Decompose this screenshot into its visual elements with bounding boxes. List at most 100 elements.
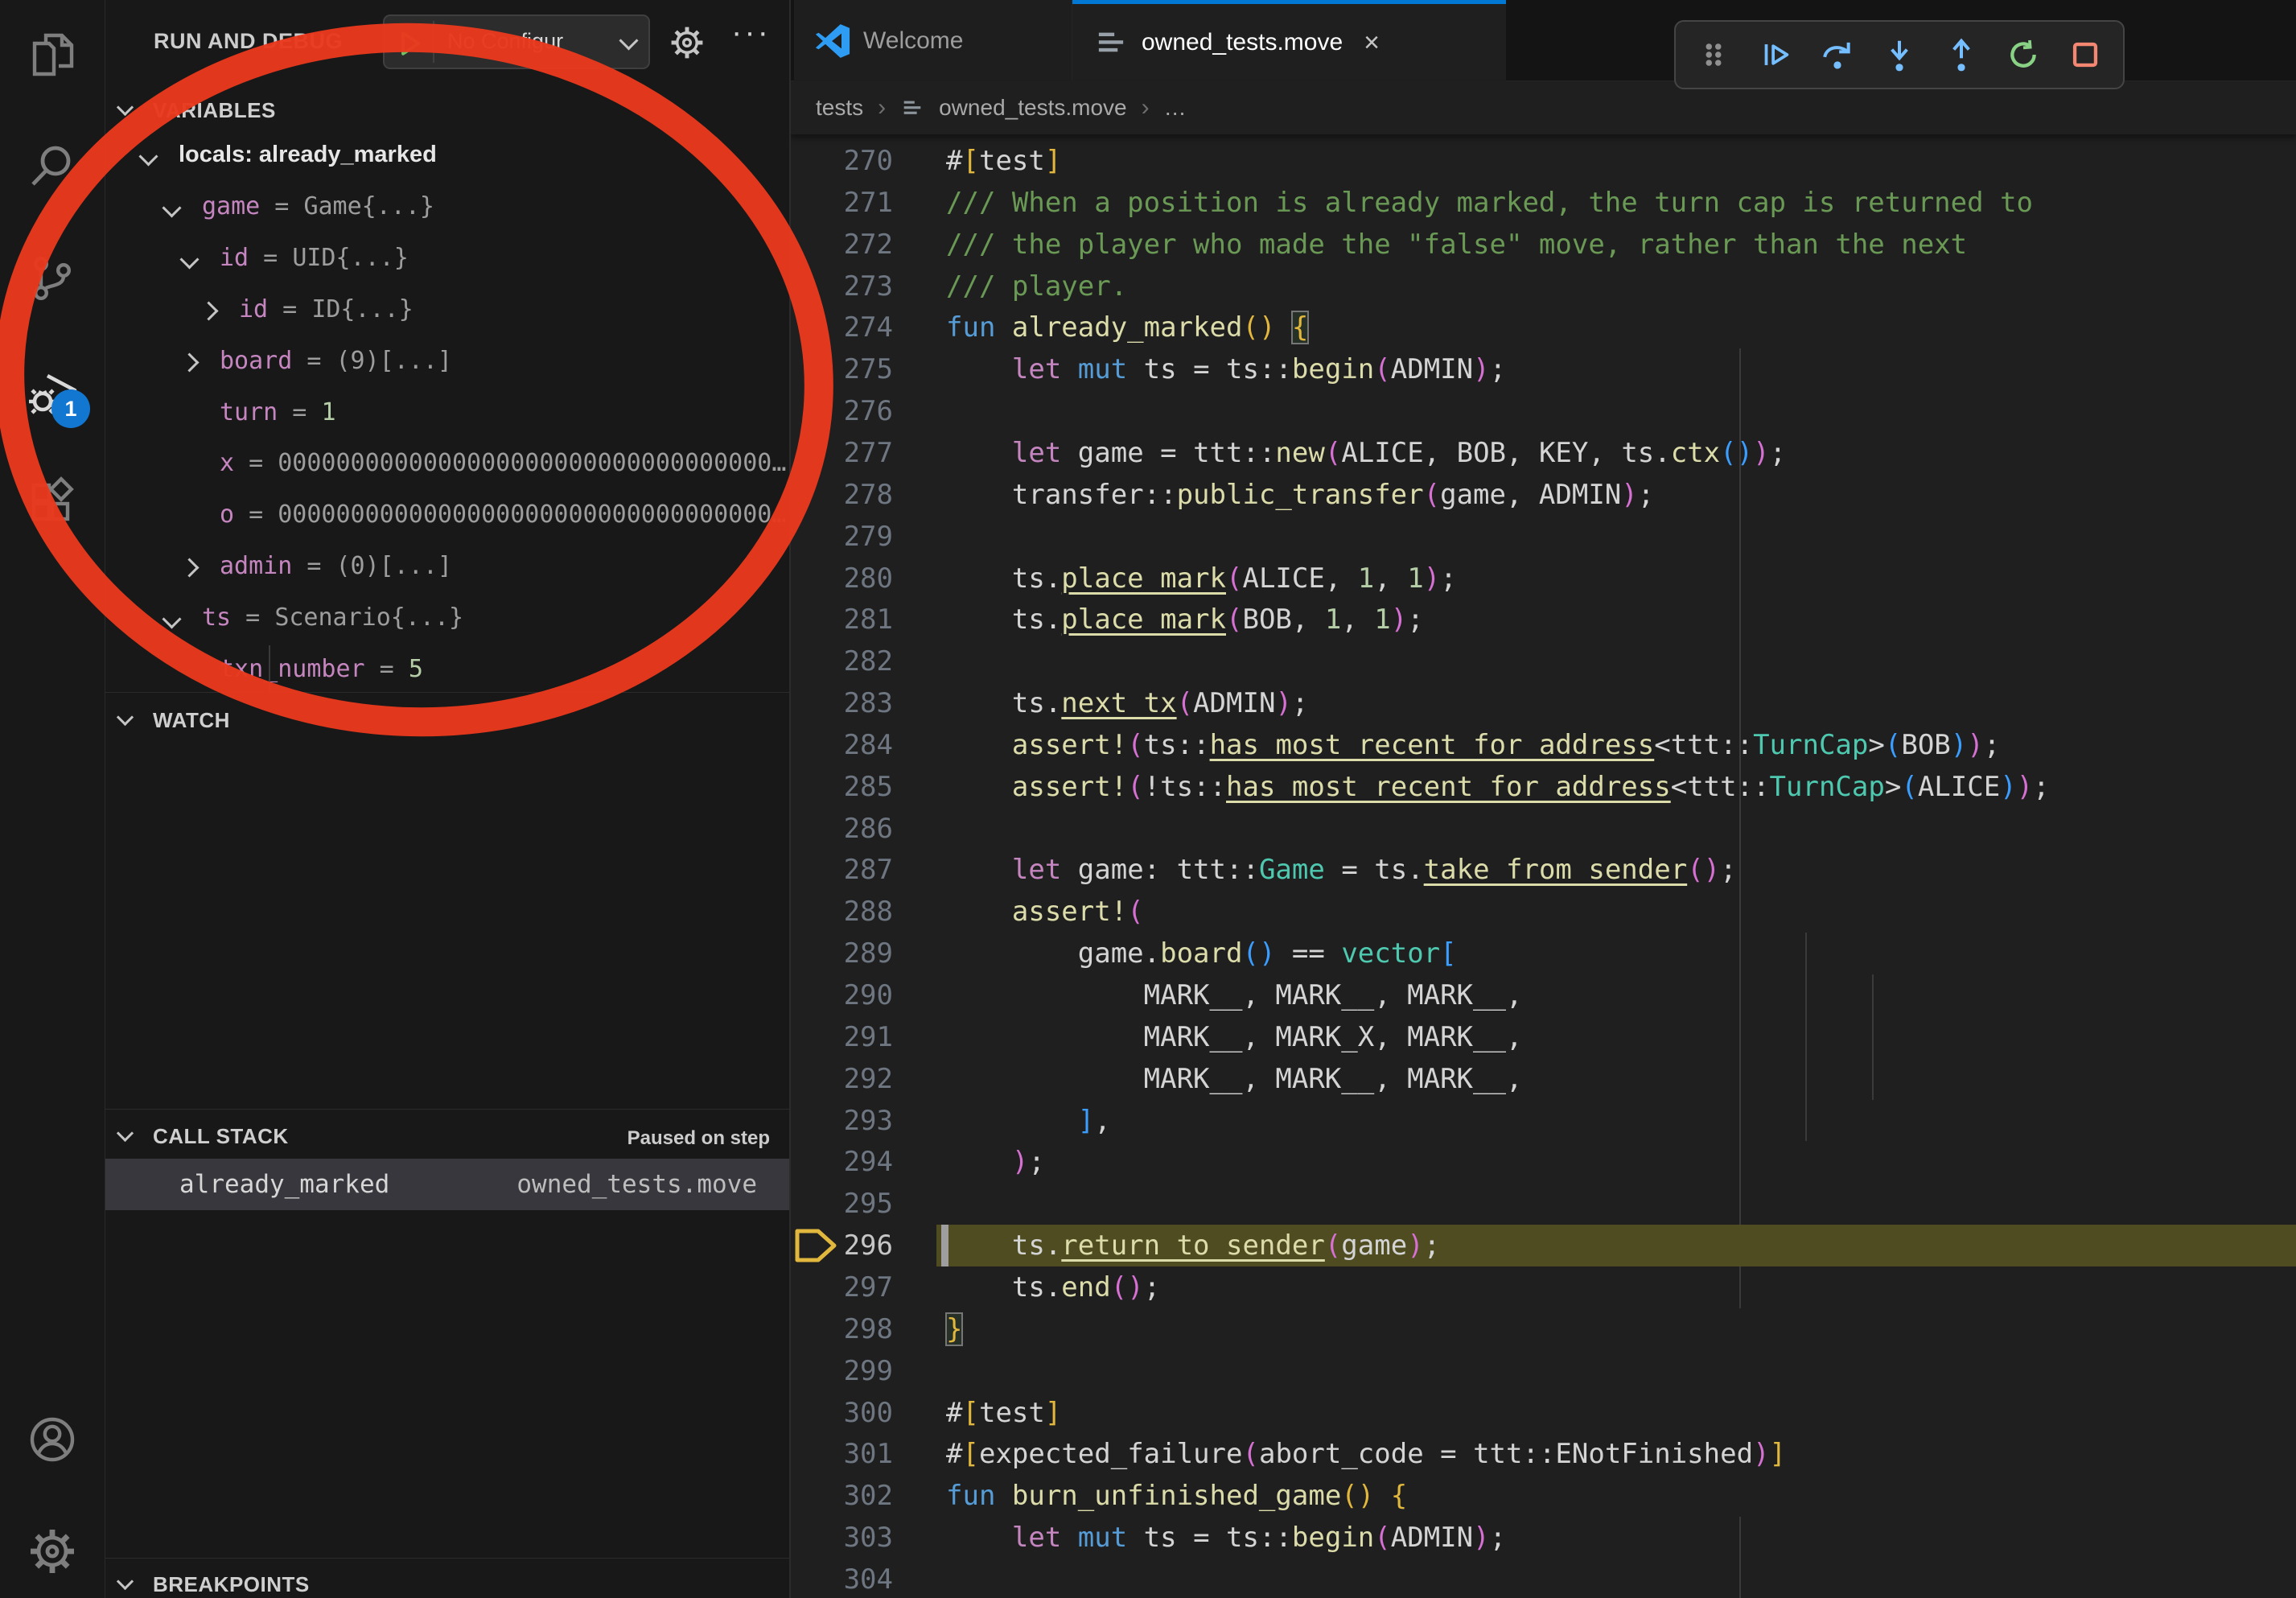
tab-welcome[interactable]: Welcome <box>794 0 1072 81</box>
code-line[interactable]: 282 <box>791 640 2296 682</box>
section-call-stack[interactable]: CALL STACK Paused on step <box>105 1121 789 1156</box>
line-number[interactable]: 280 <box>791 558 893 599</box>
line-number[interactable]: 282 <box>791 640 893 682</box>
code-line[interactable]: 276 <box>791 390 2296 432</box>
variable-row[interactable]: board = (9)[...] <box>105 336 789 388</box>
line-number[interactable]: 304 <box>791 1559 893 1598</box>
line-number[interactable]: 289 <box>791 933 893 974</box>
line-number[interactable]: 296 <box>791 1225 893 1266</box>
variable-row[interactable]: x = 0000000000000000000000000000000000… <box>105 439 789 490</box>
breadcrumb-item[interactable]: tests <box>816 95 863 121</box>
search-icon[interactable] <box>27 141 78 192</box>
section-variables[interactable]: VARIABLES <box>105 95 789 130</box>
debug-config-dropdown[interactable]: No Configur <box>383 14 650 69</box>
line-number[interactable]: 292 <box>791 1058 893 1100</box>
settings-gear-icon[interactable] <box>27 1526 78 1577</box>
variable-row[interactable]: game = Game{...} <box>105 182 789 233</box>
step-into-button[interactable] <box>1881 36 1918 73</box>
code-line[interactable]: 280 ts.place_mark(ALICE, 1, 1); <box>791 558 2296 599</box>
line-number[interactable]: 281 <box>791 599 893 640</box>
line-number[interactable]: 279 <box>791 516 893 558</box>
variable-row[interactable]: ts = Scenario{...} <box>105 593 789 645</box>
breadcrumb-item[interactable]: owned_tests.move <box>939 95 1126 121</box>
continue-button[interactable] <box>1757 36 1794 73</box>
code-line[interactable]: 291 MARK__, MARK_X, MARK__, <box>791 1016 2296 1058</box>
line-number[interactable]: 277 <box>791 432 893 474</box>
code-line[interactable]: 274fun already_marked() { <box>791 307 2296 348</box>
code-line[interactable]: 294 ); <box>791 1141 2296 1183</box>
line-number[interactable]: 300 <box>791 1392 893 1434</box>
tab-owned-tests[interactable]: owned_tests.move × <box>1072 0 1506 81</box>
variable-row[interactable]: id = UID{...} <box>105 233 789 285</box>
variables-scope-row[interactable]: locals: already_marked <box>105 130 789 182</box>
code-line[interactable]: 298} <box>791 1308 2296 1350</box>
code-line[interactable]: 288 assert!( <box>791 891 2296 933</box>
code-line[interactable]: 286 <box>791 808 2296 850</box>
line-number[interactable]: 285 <box>791 766 893 808</box>
section-watch[interactable]: WATCH <box>105 705 789 740</box>
code-line[interactable]: 303 let mut ts = ts::begin(ADMIN); <box>791 1517 2296 1559</box>
line-number[interactable]: 272 <box>791 224 893 266</box>
line-number[interactable]: 295 <box>791 1183 893 1225</box>
code-line[interactable]: 297 ts.end(); <box>791 1266 2296 1308</box>
line-number[interactable]: 271 <box>791 182 893 224</box>
line-number[interactable]: 283 <box>791 682 893 724</box>
code-line[interactable]: 296 ts.return_to_sender(game); <box>791 1225 2296 1266</box>
code-line[interactable]: 270#[test] <box>791 140 2296 182</box>
explorer-icon[interactable] <box>27 29 78 80</box>
line-number[interactable]: 284 <box>791 724 893 766</box>
code-line[interactable]: 302fun burn_unfinished_game() { <box>791 1475 2296 1517</box>
more-actions-icon[interactable]: ··· <box>731 14 771 51</box>
source-control-icon[interactable] <box>27 253 78 304</box>
line-number[interactable]: 301 <box>791 1433 893 1475</box>
line-number[interactable]: 293 <box>791 1100 893 1142</box>
code-line[interactable]: 283 ts.next_tx(ADMIN); <box>791 682 2296 724</box>
code-line[interactable]: 299 <box>791 1350 2296 1392</box>
section-breakpoints[interactable]: BREAKPOINTS <box>105 1569 789 1598</box>
line-number[interactable]: 286 <box>791 808 893 850</box>
line-number[interactable]: 288 <box>791 891 893 933</box>
variable-row[interactable]: turn = 1 <box>105 388 789 439</box>
line-number[interactable]: 298 <box>791 1308 893 1350</box>
code-line[interactable]: 272/// the player who made the "false" m… <box>791 224 2296 266</box>
stop-button[interactable] <box>2067 36 2104 73</box>
line-number[interactable]: 270 <box>791 140 893 182</box>
code-line[interactable]: 290 MARK__, MARK__, MARK__, <box>791 974 2296 1016</box>
code-line[interactable]: 287 let game: ttt::Game = ts.take_from_s… <box>791 849 2296 891</box>
line-number[interactable]: 290 <box>791 974 893 1016</box>
configure-gear-icon[interactable] <box>669 24 706 61</box>
step-out-button[interactable] <box>1943 36 1980 73</box>
line-number[interactable]: 276 <box>791 390 893 432</box>
variable-row[interactable]: txn_number = 5 <box>105 645 789 696</box>
step-over-button[interactable] <box>1819 36 1856 73</box>
line-number[interactable]: 294 <box>791 1141 893 1183</box>
code-line[interactable]: 271/// When a position is already marked… <box>791 182 2296 224</box>
line-number[interactable]: 275 <box>791 348 893 390</box>
line-number[interactable]: 291 <box>791 1016 893 1058</box>
code-editor[interactable]: 270#[test]271/// When a position is alre… <box>791 135 2296 1598</box>
account-icon[interactable] <box>27 1414 78 1465</box>
line-number[interactable]: 278 <box>791 474 893 516</box>
breadcrumb-item[interactable]: … <box>1164 95 1187 121</box>
restart-button[interactable] <box>2005 36 2042 73</box>
code-line[interactable]: 295 <box>791 1183 2296 1225</box>
code-line[interactable]: 292 MARK__, MARK__, MARK__, <box>791 1058 2296 1100</box>
code-line[interactable]: 304 <box>791 1559 2296 1598</box>
line-number[interactable]: 302 <box>791 1475 893 1517</box>
code-line[interactable]: 289 game.board() == vector[ <box>791 933 2296 974</box>
line-number[interactable]: 299 <box>791 1350 893 1392</box>
code-line[interactable]: 285 assert!(!ts::has_most_recent_for_add… <box>791 766 2296 808</box>
extensions-icon[interactable] <box>27 476 78 528</box>
code-line[interactable]: 293 ], <box>791 1100 2296 1142</box>
code-line[interactable]: 275 let mut ts = ts::begin(ADMIN); <box>791 348 2296 390</box>
line-number[interactable]: 274 <box>791 307 893 348</box>
line-number[interactable]: 273 <box>791 266 893 307</box>
code-line[interactable]: 278 transfer::public_transfer(game, ADMI… <box>791 474 2296 516</box>
line-number[interactable]: 303 <box>791 1517 893 1559</box>
close-icon[interactable]: × <box>1364 27 1380 59</box>
code-line[interactable]: 281 ts.place_mark(BOB, 1, 1); <box>791 599 2296 640</box>
code-line[interactable]: 284 assert!(ts::has_most_recent_for_addr… <box>791 724 2296 766</box>
code-line[interactable]: 277 let game = ttt::new(ALICE, BOB, KEY,… <box>791 432 2296 474</box>
line-number[interactable]: 287 <box>791 849 893 891</box>
start-debug-icon[interactable] <box>396 29 425 58</box>
